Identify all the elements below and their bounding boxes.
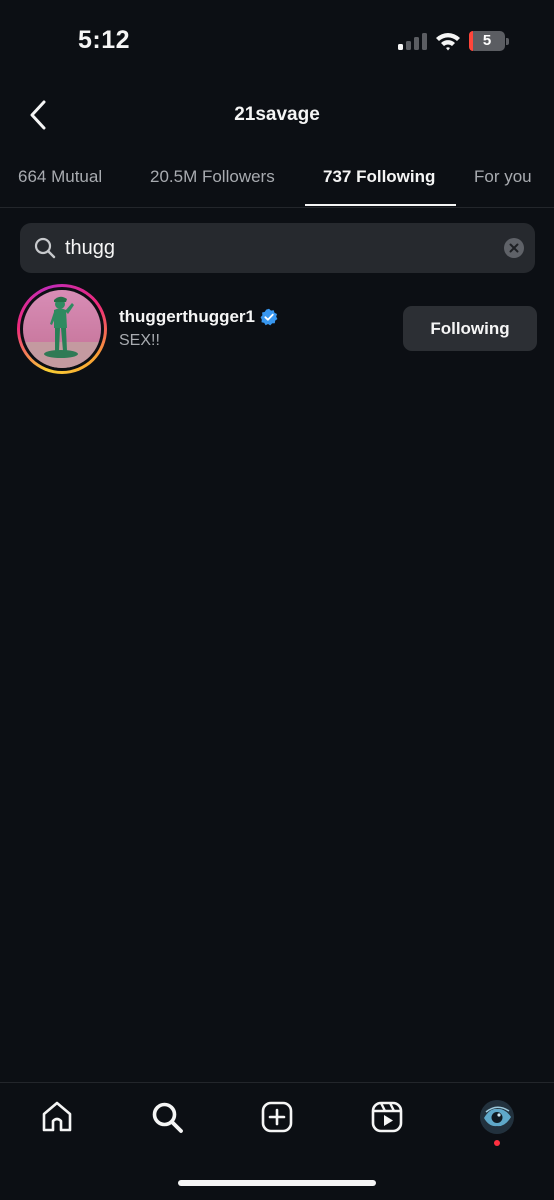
tab-mutual[interactable]: 664 Mutual [18, 167, 102, 187]
story-ring[interactable] [17, 284, 107, 374]
list-item[interactable]: thuggerthugger1 SEX!! Following [0, 282, 554, 376]
create-icon[interactable] [259, 1099, 295, 1135]
tabs: 664 Mutual 20.5M Followers 737 Following… [0, 150, 554, 208]
following-button[interactable]: Following [403, 306, 537, 351]
username-line: thuggerthugger1 [119, 307, 278, 327]
verified-badge-icon [260, 308, 278, 326]
tab-followers[interactable]: 20.5M Followers [150, 167, 275, 187]
tab-following[interactable]: 737 Following [323, 167, 435, 187]
clear-icon[interactable] [504, 238, 524, 258]
user-bio: SEX!! [119, 332, 160, 349]
username[interactable]: thuggerthugger1 [119, 307, 255, 327]
notification-dot [494, 1140, 500, 1146]
search-input[interactable] [65, 223, 485, 273]
wifi-icon [436, 33, 460, 51]
search-bar[interactable] [20, 223, 535, 273]
avatar [23, 290, 101, 368]
status-bar: 5:12 5 [0, 0, 554, 84]
signal-icon [398, 33, 427, 50]
header: 21savage [0, 88, 554, 144]
reels-icon[interactable] [369, 1099, 405, 1135]
home-icon[interactable] [39, 1099, 75, 1135]
screen: 5:12 5 21savage 664 Mutual 20.5M Followe… [0, 0, 554, 1200]
status-time: 5:12 [78, 26, 131, 54]
active-tab-indicator [305, 204, 456, 206]
search-icon [34, 237, 56, 259]
search-icon[interactable] [149, 1099, 185, 1135]
battery-nub [506, 38, 509, 45]
home-indicator[interactable] [178, 1180, 376, 1186]
battery-level: 5 [482, 32, 492, 49]
page-title: 21savage [234, 104, 320, 125]
tab-for-you[interactable]: For you [474, 167, 532, 187]
battery-icon: 5 [469, 31, 505, 51]
profile-avatar[interactable] [480, 1100, 514, 1134]
